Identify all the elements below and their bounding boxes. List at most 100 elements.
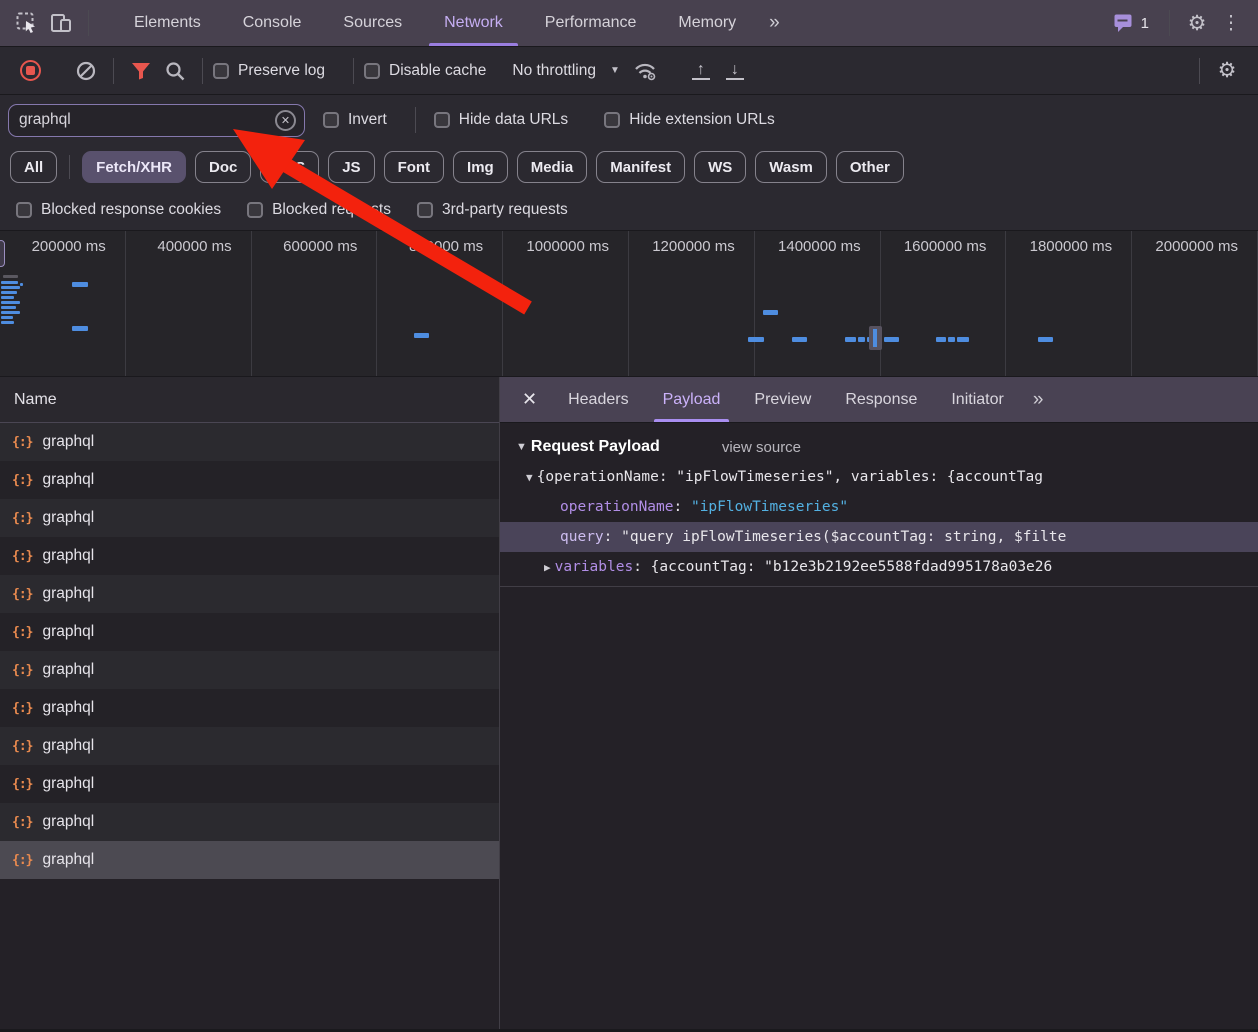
chip-other[interactable]: Other [836, 151, 904, 183]
waterfall-bar[interactable] [1038, 337, 1053, 342]
waterfall-bar[interactable] [763, 310, 778, 315]
device-toolbar-icon[interactable] [44, 6, 78, 40]
waterfall-bar[interactable] [1, 306, 16, 309]
waterfall-bar[interactable] [72, 282, 88, 287]
tab-sources[interactable]: Sources [322, 0, 423, 46]
clear-network-log-button[interactable] [69, 54, 103, 88]
request-payload-section[interactable]: ▼ Request Payload view source [500, 423, 1258, 462]
waterfall-bar[interactable] [1, 281, 18, 284]
invert-checkbox[interactable] [323, 112, 339, 128]
hide-data-urls-checkbox[interactable] [434, 112, 450, 128]
console-messages-button[interactable]: 1 [1103, 13, 1159, 33]
request-row[interactable]: {:}graphql [0, 575, 499, 613]
waterfall-bar[interactable] [1, 286, 20, 289]
waterfall-bar[interactable] [948, 337, 955, 342]
filter-toggle-button[interactable] [124, 54, 158, 88]
request-row[interactable]: {:}graphql [0, 613, 499, 651]
name-column-header[interactable]: Name [0, 377, 499, 423]
overview-resize-handle[interactable] [0, 240, 5, 267]
chip-font[interactable]: Font [384, 151, 444, 183]
chip-media[interactable]: Media [517, 151, 588, 183]
detail-tab-response[interactable]: Response [828, 377, 934, 422]
request-row[interactable]: {:}graphql [0, 423, 499, 461]
tab-memory[interactable]: Memory [657, 0, 757, 46]
blocked-requests-checkbox[interactable] [247, 202, 263, 218]
waterfall-bar[interactable] [1, 291, 17, 294]
tab-network[interactable]: Network [423, 0, 524, 46]
request-row[interactable]: {:}graphql [0, 689, 499, 727]
waterfall-bar[interactable] [1, 321, 14, 324]
expand-variables-icon[interactable]: ▶ [544, 561, 551, 574]
waterfall-bar[interactable] [20, 283, 23, 286]
export-har-icon[interactable]: ↓ [726, 61, 744, 81]
clear-filter-icon[interactable]: ✕ [275, 110, 296, 131]
request-row[interactable]: {:}graphql [0, 727, 499, 765]
disable-cache-checkbox[interactable] [364, 63, 380, 79]
inspect-element-icon[interactable] [10, 6, 44, 40]
tab-console[interactable]: Console [222, 0, 323, 46]
waterfall-bar[interactable] [957, 337, 969, 342]
settings-icon[interactable]: ⚙ [1180, 6, 1214, 40]
payload-key: query [560, 529, 604, 545]
payload-row-operation-name[interactable]: operationName: "ipFlowTimeseries" [500, 492, 1258, 522]
menu-icon[interactable]: ⋮ [1214, 6, 1248, 40]
chip-wasm[interactable]: Wasm [755, 151, 827, 183]
network-settings-icon[interactable]: ⚙ [1210, 54, 1244, 88]
payload-summary-row[interactable]: ▼ {operationName: "ipFlowTimeseries", va… [500, 462, 1258, 492]
request-row[interactable]: {:}graphql [0, 765, 499, 803]
waterfall-bar[interactable] [748, 337, 764, 342]
detail-tab-headers[interactable]: Headers [551, 377, 645, 422]
chip-doc[interactable]: Doc [195, 151, 251, 183]
chip-ws[interactable]: WS [694, 151, 746, 183]
waterfall-bar[interactable] [1, 311, 20, 314]
request-row[interactable]: {:}graphql [0, 651, 499, 689]
tab-elements[interactable]: Elements [113, 0, 222, 46]
chip-js[interactable]: JS [328, 151, 374, 183]
collapse-object-icon[interactable]: ▼ [526, 471, 533, 484]
network-filter-input[interactable]: graphql ✕ [8, 104, 305, 137]
request-row[interactable]: {:}graphql [0, 461, 499, 499]
waterfall-bar[interactable] [845, 337, 856, 342]
close-details-icon[interactable]: ✕ [508, 389, 551, 410]
selected-request-marker[interactable] [869, 326, 882, 350]
record-network-log-button[interactable] [20, 60, 41, 81]
collapse-section-icon[interactable]: ▼ [516, 441, 527, 453]
chip-manifest[interactable]: Manifest [596, 151, 685, 183]
network-conditions-button[interactable] [628, 54, 662, 88]
chip-img[interactable]: Img [453, 151, 508, 183]
waterfall-bar[interactable] [3, 275, 18, 278]
detail-tab-payload[interactable]: Payload [646, 377, 738, 422]
preserve-log-checkbox[interactable] [213, 63, 229, 79]
tab-performance[interactable]: Performance [524, 0, 658, 46]
blocked-cookies-checkbox[interactable] [16, 202, 32, 218]
third-party-checkbox[interactable] [417, 202, 433, 218]
import-har-icon[interactable]: ↑ [692, 61, 710, 81]
detail-tab-initiator[interactable]: Initiator [934, 377, 1020, 422]
chip-css[interactable]: CSS [260, 151, 319, 183]
request-row[interactable]: {:}graphql [0, 537, 499, 575]
request-row[interactable]: {:}graphql [0, 499, 499, 537]
waterfall-bar[interactable] [858, 337, 865, 342]
more-panels-icon[interactable]: » [757, 12, 790, 34]
waterfall-bar[interactable] [414, 333, 429, 338]
hide-extension-urls-checkbox[interactable] [604, 112, 620, 128]
chip-all[interactable]: All [10, 151, 57, 183]
throttling-select[interactable]: No throttling ▼ [512, 62, 619, 80]
payload-row-query[interactable]: query: "query ipFlowTimeseries($accountT… [500, 522, 1258, 552]
waterfall-bar[interactable] [884, 337, 899, 342]
request-row[interactable]: {:}graphql [0, 803, 499, 841]
network-overview-timeline[interactable]: 200000 ms400000 ms600000 ms800000 ms1000… [0, 231, 1258, 377]
detail-tab-preview[interactable]: Preview [737, 377, 828, 422]
waterfall-bar[interactable] [792, 337, 807, 342]
payload-row-variables[interactable]: ▶ variables: {accountTag: "b12e3b2192ee5… [500, 552, 1258, 582]
more-detail-tabs-icon[interactable]: » [1021, 389, 1054, 411]
waterfall-bar[interactable] [1, 296, 14, 299]
chip-fetch-xhr[interactable]: Fetch/XHR [82, 151, 186, 183]
request-row[interactable]: {:}graphql [0, 841, 499, 879]
search-button[interactable] [158, 54, 192, 88]
waterfall-bar[interactable] [1, 301, 20, 304]
waterfall-bar[interactable] [936, 337, 946, 342]
waterfall-bar[interactable] [72, 326, 88, 331]
waterfall-bar[interactable] [1, 316, 13, 319]
view-source-link[interactable]: view source [722, 439, 801, 456]
